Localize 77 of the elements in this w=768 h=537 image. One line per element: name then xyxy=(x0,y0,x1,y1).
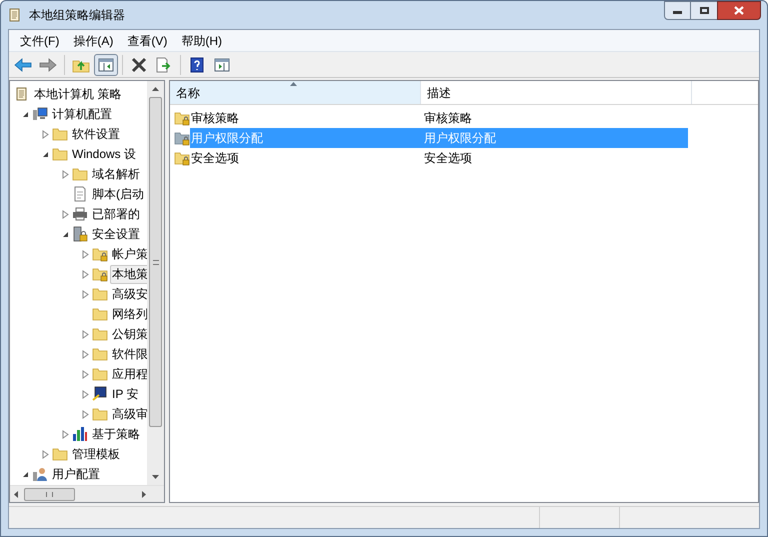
tree-item[interactable]: 基于策略 xyxy=(90,424,142,444)
computer-icon xyxy=(32,106,48,122)
close-button[interactable] xyxy=(717,1,761,20)
minimize-button[interactable] xyxy=(664,1,691,20)
monitor-key-icon xyxy=(92,386,108,402)
list-row[interactable]: 审核策略 审核策略 xyxy=(190,108,688,128)
expand-arrow[interactable] xyxy=(60,208,70,220)
expand-arrow[interactable] xyxy=(80,368,90,380)
column-header[interactable]: 名称 xyxy=(170,81,421,104)
scroll-up-icon[interactable] xyxy=(152,87,159,91)
tree-item[interactable]: 已部署的 xyxy=(90,204,142,224)
back-arrow-icon xyxy=(14,58,32,72)
tree-item[interactable]: 管理模板 xyxy=(70,444,122,464)
window-title: 本地组策略编辑器 xyxy=(29,7,125,24)
user-icon xyxy=(32,466,48,482)
sort-arrow-icon xyxy=(290,82,297,86)
vertical-scrollbar[interactable] xyxy=(147,81,164,485)
tree-item[interactable]: 域名解析 xyxy=(90,164,142,184)
tree-item[interactable]: 安全设置 xyxy=(90,224,142,244)
x-icon xyxy=(131,56,147,72)
folder-icon xyxy=(92,286,108,302)
expand-arrow[interactable] xyxy=(80,408,90,420)
column-header[interactable]: 描述 xyxy=(421,81,692,104)
help-icon xyxy=(190,56,204,72)
printer-icon xyxy=(72,206,88,222)
menu-item[interactable]: 查看(V) xyxy=(120,30,174,50)
folder-icon xyxy=(92,346,108,362)
locked-folder-icon xyxy=(174,130,190,146)
tree-item[interactable]: 脚本(启动 xyxy=(90,184,146,204)
expand-arrow[interactable] xyxy=(80,388,90,400)
folder-icon xyxy=(52,146,68,162)
scroll-down-icon[interactable] xyxy=(152,475,159,479)
expand-arrow[interactable] xyxy=(80,328,90,340)
forward-arrow-icon xyxy=(39,58,57,72)
menu-item[interactable]: 帮助(H) xyxy=(174,30,229,50)
expand-arrow[interactable] xyxy=(40,448,50,460)
tree-item[interactable]: Windows 设 xyxy=(70,144,138,164)
folder-icon xyxy=(52,446,68,462)
expand-arrow[interactable] xyxy=(80,348,90,360)
folder-icon xyxy=(52,126,68,142)
pane-icon xyxy=(98,58,114,72)
scroll-left-icon[interactable] xyxy=(14,490,18,498)
folder-icon xyxy=(92,366,108,382)
horizontal-scrollbar[interactable] xyxy=(10,485,164,502)
close-icon xyxy=(734,6,744,15)
locked-server-icon xyxy=(72,226,88,242)
locked-folder-icon xyxy=(92,266,108,282)
folder-icon xyxy=(72,166,88,182)
tree-item[interactable]: 本地计算机 策略 xyxy=(32,84,124,104)
scroll-right-icon[interactable] xyxy=(142,490,146,498)
expand-arrow[interactable] xyxy=(60,428,70,440)
expand-arrow[interactable] xyxy=(80,288,90,300)
menu-item[interactable]: 文件(F) xyxy=(13,30,66,50)
tree-item[interactable]: 用户配置 xyxy=(50,464,102,484)
locked-folder-icon xyxy=(92,246,108,262)
show-tree-button[interactable] xyxy=(94,54,118,76)
bar-chart-icon xyxy=(72,426,88,442)
expand-arrow[interactable] xyxy=(80,268,90,280)
export-icon xyxy=(155,56,173,72)
tree-item[interactable]: 高级审 xyxy=(110,404,147,424)
locked-folder-icon xyxy=(174,150,190,166)
expand-arrow[interactable] xyxy=(40,128,50,140)
list-row[interactable]: 安全选项 安全选项 xyxy=(190,148,688,168)
maximize-button[interactable] xyxy=(691,1,717,20)
locked-folder-icon xyxy=(174,110,190,126)
tree-item[interactable]: 计算机配置 xyxy=(50,104,114,124)
tree-item[interactable]: IP 安 xyxy=(110,384,140,404)
pane-icon xyxy=(214,58,230,72)
expand-arrow[interactable] xyxy=(80,248,90,260)
expand-arrow[interactable] xyxy=(60,168,70,180)
folder-icon xyxy=(92,326,108,342)
tree-item[interactable]: 网络列 xyxy=(110,304,147,324)
tree-item[interactable]: 软件设置 xyxy=(70,124,122,144)
menu-item[interactable]: 操作(A) xyxy=(66,30,120,50)
document-icon xyxy=(72,186,88,202)
folder-icon xyxy=(92,406,108,422)
folder-icon xyxy=(92,306,108,322)
